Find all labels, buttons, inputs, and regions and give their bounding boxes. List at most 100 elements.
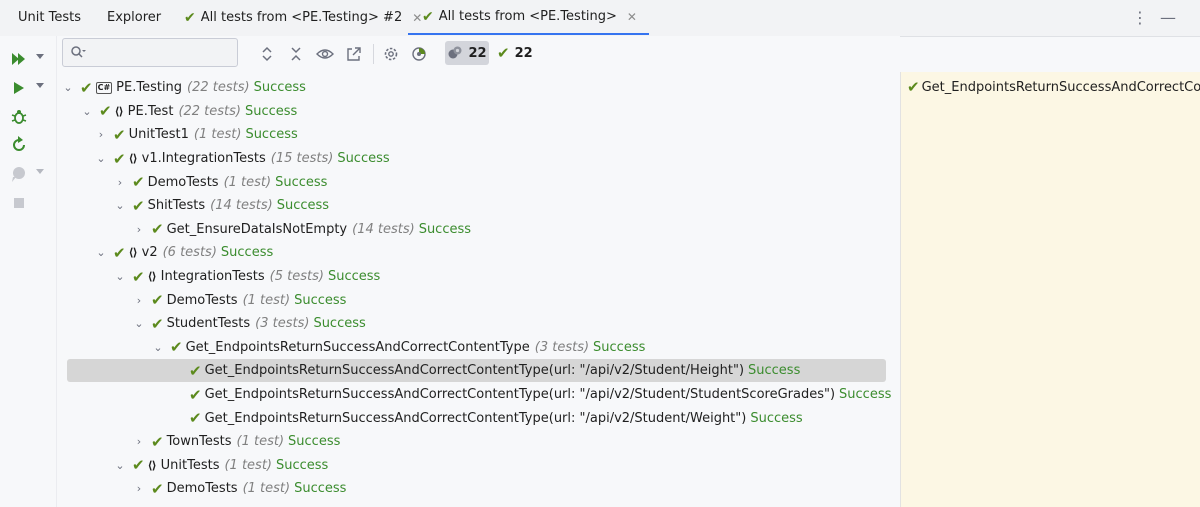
- tree-row[interactable]: › ✔ Get_EnsureDataIsNotEmpty (14 tests) …: [57, 218, 900, 242]
- stop-button[interactable]: [10, 192, 50, 214]
- profile-button[interactable]: [10, 163, 50, 185]
- tree-row[interactable]: ⌄ ✔ Get_EndpointsReturnSuccessAndCorrect…: [57, 336, 900, 360]
- tree-row[interactable]: ⌄ ✔ ⟨⟩ v1.IntegrationTests (15 tests) Su…: [57, 147, 900, 171]
- tree-row[interactable]: › ✔ DemoTests (1 test) Success: [57, 477, 900, 501]
- chevron-down-icon[interactable]: ⌄: [95, 246, 107, 259]
- tree-row[interactable]: ✔ Get_EndpointsReturnSuccessAndCorrectCo…: [57, 406, 900, 430]
- tab-explorer[interactable]: Explorer: [107, 0, 161, 35]
- run-button[interactable]: [10, 77, 50, 99]
- show-ignored-icon[interactable]: [315, 44, 335, 64]
- chevron-right-icon[interactable]: ›: [133, 482, 145, 495]
- tree-node-name: IntegrationTests: [160, 269, 265, 285]
- tree-node-status: Success: [294, 292, 347, 308]
- tree-node-name: PE.Testing: [116, 80, 183, 96]
- tree-node-name: Get_EndpointsReturnSuccessAndCorrectCont…: [185, 339, 530, 355]
- tree-row[interactable]: ⌄ ✔ ShitTests (14 tests) Success: [57, 194, 900, 218]
- rerun-icon: [13, 136, 25, 151]
- namespace-icon: ⟨⟩: [128, 152, 138, 166]
- csharp-project-icon: C#: [95, 81, 113, 94]
- chevron-down-icon[interactable]: ⌄: [133, 317, 145, 330]
- chevron-down-icon[interactable]: ⌄: [114, 270, 126, 283]
- chevron-down-icon[interactable]: ⌄: [95, 152, 107, 165]
- tree-row[interactable]: › ✔ UnitTest1 (1 test) Success: [57, 123, 900, 147]
- tab-all-tests[interactable]: ✔ All tests from <PE.Testing> ✕: [408, 0, 649, 35]
- coverage-icon[interactable]: [409, 44, 429, 64]
- tree-row-selected[interactable]: ✔ Get_EndpointsReturnSuccessAndCorrectCo…: [57, 359, 900, 383]
- tree-node-name: Get_EnsureDataIsNotEmpty: [166, 221, 348, 237]
- tests-group-icon: [448, 46, 462, 59]
- tree-node-status: Success: [748, 363, 801, 379]
- chevron-right-icon[interactable]: ›: [133, 223, 145, 236]
- tree-row[interactable]: › ✔ DemoTests (1 test) Success: [57, 288, 900, 312]
- success-check-icon: ✔: [151, 479, 164, 498]
- success-check-icon: ✔: [422, 8, 434, 25]
- tree-node-count: (1 test): [223, 174, 272, 190]
- namespace-icon: ⟨⟩: [128, 246, 138, 260]
- search-field[interactable]: [62, 38, 238, 67]
- tree-row[interactable]: ⌄ ✔ ⟨⟩ PE.Test (22 tests) Success: [57, 100, 900, 124]
- success-check-icon: ✔: [113, 125, 126, 144]
- debug-button[interactable]: [10, 106, 50, 128]
- tab-all-tests-2[interactable]: ✔ All tests from <PE.Testing> #2 ✕: [184, 0, 422, 35]
- namespace-icon: ⟨⟩: [147, 458, 157, 472]
- chevron-down-icon[interactable]: [36, 54, 44, 59]
- tree-row[interactable]: ✔ Get_EndpointsReturnSuccessAndCorrectCo…: [57, 383, 900, 407]
- chevron-down-icon[interactable]: [36, 169, 44, 174]
- close-icon[interactable]: ✕: [627, 10, 637, 24]
- tree-node-status: Success: [276, 457, 329, 473]
- tree-row[interactable]: ⌄ ✔ StudentTests (3 tests) Success: [57, 312, 900, 336]
- tree-row[interactable]: ⌄ ✔ ⟨⟩ IntegrationTests (5 tests) Succes…: [57, 265, 900, 289]
- chevron-down-icon[interactable]: [36, 83, 44, 88]
- tree-node-status: Success: [276, 198, 330, 214]
- tree-node-status: Success: [253, 80, 306, 96]
- run-toolbar: [0, 36, 57, 507]
- tree-node-name: Get_EndpointsReturnSuccessAndCorrectCont…: [204, 410, 747, 426]
- success-check-icon: ✔: [132, 173, 145, 192]
- run-all-button[interactable]: [10, 48, 50, 70]
- tree-node-name: DemoTests: [166, 481, 238, 497]
- tree-row[interactable]: ⌄ ✔ ⟨⟩ UnitTests (1 test) Success: [57, 454, 900, 478]
- tree-row[interactable]: › ✔ DemoTests (1 test) Success: [57, 170, 900, 194]
- tab-label: Unit Tests: [18, 10, 81, 25]
- expand-all-icon[interactable]: [257, 44, 277, 64]
- tree-node-status: Success: [313, 316, 366, 332]
- passed-filter-toggle[interactable]: 22: [445, 41, 489, 65]
- run-icon: [14, 82, 24, 94]
- chevron-right-icon[interactable]: ›: [95, 128, 107, 141]
- success-count: 22: [514, 45, 533, 61]
- more-options-icon[interactable]: ⋮: [1132, 0, 1148, 35]
- settings-icon[interactable]: [381, 44, 401, 64]
- minimize-icon[interactable]: —: [1160, 0, 1176, 35]
- tree-row[interactable]: ⌄ ✔ ⟨⟩ v2 (6 tests) Success: [57, 241, 900, 265]
- chevron-right-icon[interactable]: ›: [133, 294, 145, 307]
- chevron-down-icon[interactable]: ⌄: [114, 199, 126, 212]
- chevron-right-icon[interactable]: ›: [114, 176, 126, 189]
- tree-row[interactable]: › ✔ TownTests (1 test) Success: [57, 430, 900, 454]
- toolbar-separator: [373, 44, 374, 64]
- tree-node-count: (1 test): [242, 292, 291, 308]
- success-filter-toggle[interactable]: ✔ 22: [497, 41, 533, 65]
- rerun-failed-button[interactable]: [10, 134, 50, 156]
- tab-unit-tests[interactable]: Unit Tests: [18, 0, 81, 35]
- tree-node-name: UnitTests: [160, 457, 220, 473]
- test-tree[interactable]: ⌄ ✔ C# PE.Testing (22 tests) Success ⌄ ✔…: [57, 74, 900, 507]
- tree-node-status: Success: [275, 174, 328, 190]
- chevron-down-icon[interactable]: ⌄: [81, 105, 93, 118]
- tree-node-status: Success: [245, 103, 298, 119]
- tree-node-count: (14 tests): [210, 198, 273, 214]
- profiler-icon: [12, 167, 25, 182]
- namespace-icon: ⟨⟩: [114, 104, 124, 118]
- export-icon[interactable]: [344, 44, 364, 64]
- tree-node-count: (14 tests): [352, 221, 415, 237]
- success-check-icon: ✔: [151, 220, 164, 239]
- collapse-all-icon[interactable]: [286, 44, 306, 64]
- chevron-down-icon[interactable]: ⌄: [152, 341, 164, 354]
- search-input[interactable]: [91, 42, 235, 64]
- tree-node-name: Get_EndpointsReturnSuccessAndCorrectCont…: [204, 363, 745, 379]
- tree-node-count: (1 test): [224, 457, 272, 473]
- chevron-down-icon[interactable]: ⌄: [114, 459, 126, 472]
- chevron-down-icon[interactable]: ⌄: [62, 81, 74, 94]
- tree-row[interactable]: ⌄ ✔ C# PE.Testing (22 tests) Success: [57, 76, 900, 100]
- success-check-icon: ✔: [132, 456, 145, 475]
- chevron-right-icon[interactable]: ›: [133, 435, 145, 448]
